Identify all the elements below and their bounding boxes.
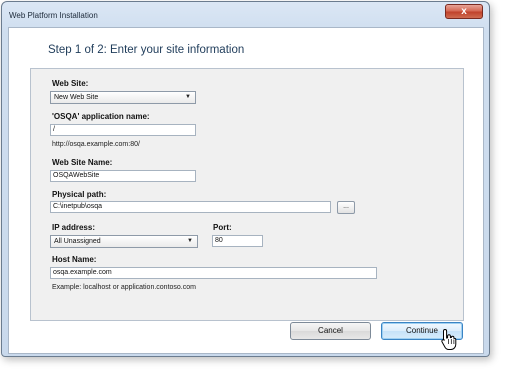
cancel-button[interactable]: Cancel xyxy=(290,322,371,340)
app-url-text: http://osqa.example.com:80/ xyxy=(52,141,140,148)
hand-pointer-icon xyxy=(441,328,457,350)
installation-dialog: Web Platform Installation x Step 1 of 2:… xyxy=(1,1,490,357)
host-label: Host Name: xyxy=(52,255,97,264)
chevron-down-icon: ▼ xyxy=(185,94,191,100)
port-label: Port: xyxy=(213,223,232,232)
ip-dropdown[interactable]: All Unassigned ▼ xyxy=(50,235,198,248)
website-dropdown-value: New Web Site xyxy=(54,94,99,101)
close-icon: x xyxy=(461,6,467,17)
port-input[interactable]: 80 xyxy=(212,235,263,247)
site-info-panel: Web Site: New Web Site ▼ 'OSQA' applicat… xyxy=(30,68,464,321)
window-title: Web Platform Installation xyxy=(9,11,98,20)
path-label: Physical path: xyxy=(52,190,107,199)
step-title: Step 1 of 2: Enter your site information xyxy=(48,44,245,56)
website-dropdown[interactable]: New Web Site ▼ xyxy=(50,91,196,104)
site-name-label: Web Site Name: xyxy=(52,158,113,167)
close-button[interactable]: x xyxy=(445,4,483,19)
ip-label: IP address: xyxy=(52,223,95,232)
app-name-input[interactable]: / xyxy=(50,124,196,136)
host-input[interactable]: osqa.example.com xyxy=(50,267,377,279)
site-name-input[interactable]: OSQAWebSite xyxy=(50,170,196,182)
chevron-down-icon: ▼ xyxy=(187,238,193,244)
website-label: Web Site: xyxy=(52,79,89,88)
title-bar: Web Platform Installation x xyxy=(2,2,489,29)
dialog-content: Step 1 of 2: Enter your site information… xyxy=(8,27,484,354)
host-example-text: Example: localhost or application.contos… xyxy=(52,284,196,291)
path-input[interactable]: C:\inetpub\osqa xyxy=(50,201,331,213)
app-name-label: 'OSQA' application name: xyxy=(52,112,150,121)
browse-button[interactable]: ... xyxy=(337,201,355,214)
ip-dropdown-value: All Unassigned xyxy=(54,238,101,245)
